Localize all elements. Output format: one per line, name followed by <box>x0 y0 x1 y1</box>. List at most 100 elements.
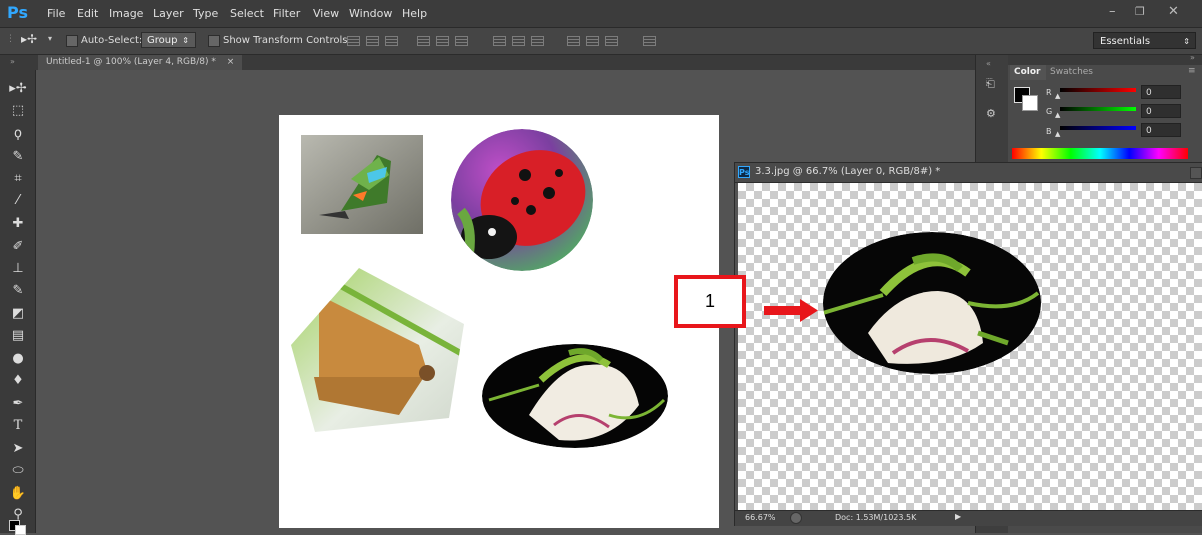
minimize-window-icon[interactable] <box>1190 167 1202 179</box>
pen-tool-icon[interactable]: ✒ <box>9 395 27 413</box>
close-tab-icon[interactable]: × <box>227 57 235 67</box>
menu-bar: Ps File Edit Image Layer Type Select Fil… <box>0 0 1202 28</box>
moth-image[interactable] <box>279 265 469 435</box>
auto-select-label: Auto-Select: <box>81 35 143 46</box>
align-left-icon[interactable] <box>417 36 430 46</box>
floating-window-status-bar: 66.67% Doc: 1.53M/1023.5K ▶ <box>735 510 1202 526</box>
close-icon[interactable]: ✕ <box>1168 4 1179 19</box>
mantis-image[interactable] <box>482 344 668 448</box>
menu-type[interactable]: Type <box>193 7 218 20</box>
distribute-bottom-icon[interactable] <box>531 36 544 46</box>
menu-filter[interactable]: Filter <box>273 7 300 20</box>
panel-menu-icon[interactable]: ≡ <box>1188 66 1196 76</box>
distribute-right-icon[interactable] <box>605 36 618 46</box>
dodge-tool-icon[interactable]: ♦ <box>9 372 27 390</box>
background-swatch[interactable] <box>1022 95 1038 111</box>
menu-image[interactable]: Image <box>109 7 143 20</box>
properties-panel-icon[interactable]: ⚙ <box>986 107 996 120</box>
ellipse-tool-icon[interactable]: ⬭ <box>9 462 27 480</box>
menu-layer[interactable]: Layer <box>153 7 184 20</box>
butterfly-image[interactable] <box>301 135 423 234</box>
menu-select[interactable]: Select <box>230 7 264 20</box>
move-tool-icon[interactable]: ▸✢ <box>21 32 37 46</box>
floating-window-titlebar[interactable]: Ps 3.3.jpg @ 66.7% (Layer 0, RGB/8#) * <box>735 163 1202 183</box>
align-vcenter-icon[interactable] <box>366 36 379 46</box>
tab-color[interactable]: Color <box>1014 67 1041 77</box>
auto-select-target-dropdown[interactable]: Group ⇕ <box>141 32 196 48</box>
mantis-ellipse-image[interactable] <box>823 232 1041 374</box>
minimize-icon[interactable]: – <box>1109 4 1116 19</box>
blue-slider-label: B <box>1046 127 1052 136</box>
restore-icon[interactable]: ❐ <box>1135 5 1145 18</box>
menu-edit[interactable]: Edit <box>77 7 98 20</box>
path-selection-tool-icon[interactable]: ➤ <box>9 440 27 458</box>
red-slider-handle[interactable]: ▲ <box>1055 92 1060 100</box>
blue-value-field[interactable]: 0 <box>1141 123 1181 137</box>
transparent-canvas[interactable] <box>738 183 1202 510</box>
floating-window-title: 3.3.jpg @ 66.7% (Layer 0, RGB/8#) * <box>755 166 941 177</box>
eraser-tool-icon[interactable]: ◩ <box>9 305 27 323</box>
auto-select-checkbox[interactable] <box>66 35 78 47</box>
annotation-callout-box: 1 <box>674 275 746 328</box>
status-info-icon[interactable] <box>790 512 802 524</box>
green-slider-handle[interactable]: ▲ <box>1055 111 1060 119</box>
toolbox: ▸✢ ⬚ ϙ ✎ ⌗ ⁄ ✚ ✐ ⊥ ✎ ◩ ▤ ● ♦ ✒ T ➤ ⬭ ✋ ⚲ <box>0 70 36 535</box>
quick-select-tool-icon[interactable]: ✎ <box>9 148 27 166</box>
distribute-vcenter-icon[interactable] <box>512 36 525 46</box>
green-slider-label: G <box>1046 107 1053 116</box>
menu-file[interactable]: File <box>47 7 65 20</box>
move-tool-icon[interactable]: ▸✢ <box>9 80 27 98</box>
collapse-toolbox-icon[interactable]: » <box>10 57 15 66</box>
menu-help[interactable]: Help <box>402 7 427 20</box>
healing-brush-tool-icon[interactable]: ✚ <box>9 215 27 233</box>
distribute-top-icon[interactable] <box>493 36 506 46</box>
distribute-left-icon[interactable] <box>567 36 580 46</box>
status-menu-arrow-icon[interactable]: ▶ <box>955 512 961 521</box>
annotation-arrow-icon <box>764 299 818 322</box>
red-value-field[interactable]: 0 <box>1141 85 1181 99</box>
document-tab-title: Untitled-1 @ 100% (Layer 4, RGB/8) * <box>46 57 216 67</box>
workspace-dropdown[interactable]: Essentials ⇕ <box>1093 32 1196 49</box>
eyedropper-tool-icon[interactable]: ⁄ <box>9 192 27 210</box>
show-transform-checkbox[interactable] <box>208 35 220 47</box>
hand-tool-icon[interactable]: ✋ <box>9 485 27 503</box>
marquee-tool-icon[interactable]: ⬚ <box>9 102 27 120</box>
align-hcenter-icon[interactable] <box>436 36 449 46</box>
align-top-icon[interactable] <box>347 36 360 46</box>
photoshop-logo: Ps <box>7 3 28 22</box>
document-tab[interactable]: Untitled-1 @ 100% (Layer 4, RGB/8) * × <box>38 55 243 70</box>
expand-panel-icon[interactable]: » <box>1190 53 1195 62</box>
blue-slider[interactable] <box>1060 126 1136 130</box>
tab-swatches[interactable]: Swatches <box>1050 67 1093 77</box>
clone-stamp-tool-icon[interactable]: ⊥ <box>9 260 27 278</box>
type-tool-icon[interactable]: T <box>9 417 27 435</box>
align-bottom-icon[interactable] <box>385 36 398 46</box>
history-panel-icon[interactable]: ⎗ <box>986 77 995 91</box>
show-transform-label: Show Transform Controls <box>223 35 348 46</box>
color-spectrum-ramp[interactable] <box>1012 148 1188 159</box>
blur-tool-icon[interactable]: ● <box>9 350 27 368</box>
red-slider[interactable] <box>1060 88 1136 92</box>
blue-slider-handle[interactable]: ▲ <box>1055 130 1060 138</box>
brush-tool-icon[interactable]: ✐ <box>9 238 27 256</box>
chevron-down-icon[interactable]: ▾ <box>48 34 52 43</box>
crop-tool-icon[interactable]: ⌗ <box>9 170 27 188</box>
align-right-icon[interactable] <box>455 36 468 46</box>
mantis-layer <box>823 232 1041 374</box>
history-brush-tool-icon[interactable]: ✎ <box>9 282 27 300</box>
background-color-swatch[interactable] <box>15 525 26 535</box>
auto-align-icon[interactable] <box>643 36 656 46</box>
zoom-level[interactable]: 66.67% <box>745 513 776 522</box>
collapse-panels-icon[interactable]: « <box>986 59 991 68</box>
document-canvas[interactable] <box>279 115 719 528</box>
green-value-field[interactable]: 0 <box>1141 104 1181 118</box>
floating-document-window[interactable]: Ps 3.3.jpg @ 66.7% (Layer 0, RGB/8#) * 6… <box>734 162 1202 526</box>
lasso-tool-icon[interactable]: ϙ <box>9 125 27 143</box>
window-controls: – ❐ ✕ <box>1100 0 1202 27</box>
menu-window[interactable]: Window <box>349 7 392 20</box>
distribute-hcenter-icon[interactable] <box>586 36 599 46</box>
menu-view[interactable]: View <box>313 7 339 20</box>
ladybug-image[interactable] <box>451 129 602 271</box>
gradient-tool-icon[interactable]: ▤ <box>9 327 27 345</box>
green-slider[interactable] <box>1060 107 1136 111</box>
